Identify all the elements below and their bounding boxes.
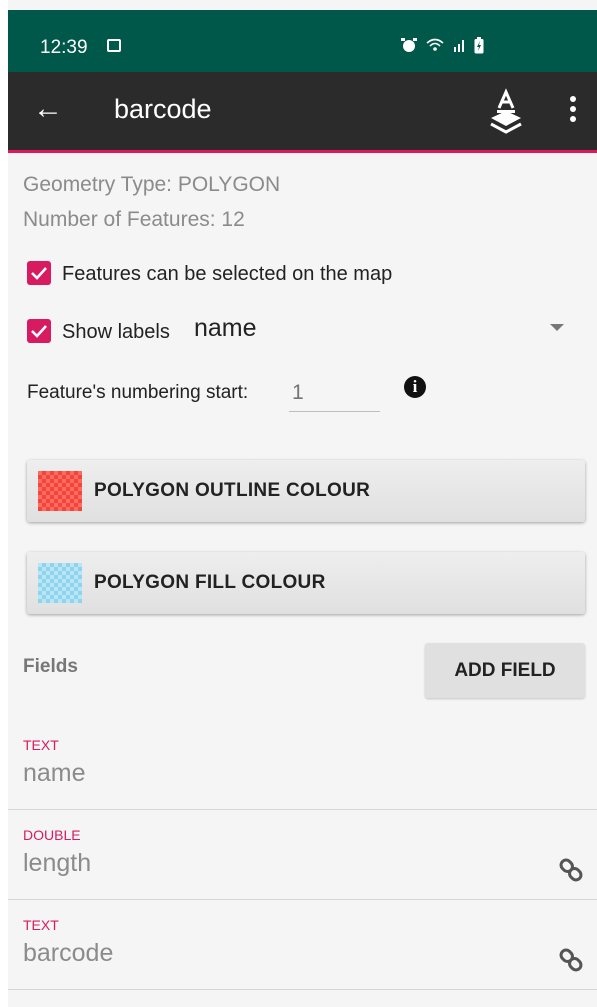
layer-settings-screen: 12:39 ← barcode Geometry Type: POLYGON N… [0,0,597,1007]
battery-charging-icon [474,36,484,53]
status-icons [400,36,484,54]
feature-count: Number of Features: 12 [23,208,245,231]
outline-colour-swatch [38,471,82,511]
toolbar-accent-line [8,150,597,153]
selectable-checkbox[interactable] [27,261,51,285]
field-type: TEXT [23,737,59,753]
page-title: barcode [114,94,212,124]
wifi-icon [426,38,444,51]
outline-colour-label: POLYGON OUTLINE COLOUR [94,480,371,501]
status-time: 12:39 [40,37,88,58]
add-field-button[interactable]: ADD FIELD [425,643,585,698]
fill-colour-button[interactable]: POLYGON FILL COLOUR [27,552,585,614]
show-labels-checkbox[interactable] [27,319,51,343]
alarm-icon [401,38,417,52]
left-frame-strip [0,0,8,1007]
chevron-down-icon[interactable] [550,324,564,331]
geometry-type: Geometry Type: POLYGON [23,173,281,196]
link-icon[interactable] [555,854,587,886]
check-icon [31,325,47,338]
signal-icon [453,40,464,52]
image-icon [107,39,121,52]
info-icon[interactable]: i [404,376,426,398]
numbering-start-label: Feature's numbering start: [27,382,249,403]
field-divider [8,989,597,990]
field-divider [8,809,597,810]
field-row-length[interactable]: DOUBLE length [8,827,597,915]
field-name: length [23,849,92,877]
fill-colour-swatch [38,563,82,603]
fill-colour-label: POLYGON FILL COLOUR [94,572,326,593]
field-name: name [23,759,86,787]
numbering-start-input[interactable] [289,374,380,412]
link-icon[interactable] [555,944,587,976]
arrow-left-icon[interactable]: ← [33,89,63,129]
field-row-name[interactable]: TEXT name [8,737,597,825]
field-divider [8,899,597,900]
more-vert-icon[interactable] [565,96,581,128]
app-toolbar: ← barcode [8,72,597,150]
outline-colour-button[interactable]: POLYGON OUTLINE COLOUR [27,460,585,522]
field-row-barcode[interactable]: TEXT barcode [8,917,597,1005]
check-icon [31,267,47,280]
field-type: TEXT [23,917,59,933]
status-bar: 12:39 [8,10,597,72]
selectable-label: Features can be selected on the map [62,263,393,285]
field-name: barcode [23,939,114,967]
label-field-select[interactable]: name [194,314,257,343]
show-labels-label: Show labels [62,321,170,343]
layer-label-icon[interactable] [488,88,524,134]
field-type: DOUBLE [23,827,81,843]
fields-heading: Fields [23,656,78,677]
